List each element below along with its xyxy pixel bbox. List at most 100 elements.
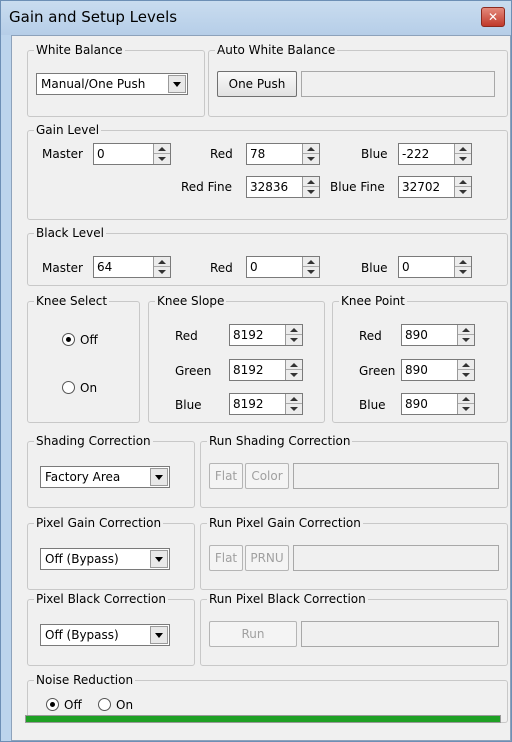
shading-correction-value: Factory Area — [45, 470, 121, 484]
black-master-value: 64 — [97, 260, 113, 274]
pixel-gain-correction-value: Off (Bypass) — [45, 552, 119, 566]
arrow-up-icon — [307, 147, 315, 151]
slope-blue-spinner[interactable]: 8192 — [229, 393, 303, 415]
shading-correction-select[interactable]: Factory Area — [40, 466, 170, 488]
knee-on-label[interactable]: On — [80, 381, 97, 395]
black-red-spinner[interactable]: 0 — [246, 256, 320, 278]
white-balance-select[interactable]: Manual/One Push — [36, 73, 188, 95]
run-pixel-black-correction-group: Run Pixel Black Correction Run — [200, 592, 508, 666]
point-green-spinner[interactable]: 890 — [401, 359, 475, 381]
shading-color-button[interactable]: Color — [245, 463, 289, 489]
pixel-black-correction-select[interactable]: Off (Bypass) — [40, 624, 170, 646]
point-red-spinner[interactable]: 890 — [401, 324, 475, 346]
white-balance-legend: White Balance — [34, 43, 125, 57]
run-pixel-gain-correction-legend: Run Pixel Gain Correction — [207, 516, 363, 530]
knee-slope-legend: Knee Slope — [155, 294, 227, 308]
arrow-down-icon — [290, 407, 298, 411]
gain-master-spinner[interactable]: 0 — [93, 143, 171, 165]
dropdown-button[interactable] — [150, 550, 168, 568]
pixel-black-status-field — [301, 621, 499, 647]
slope-green-spinner[interactable]: 8192 — [229, 359, 303, 381]
noise-off-label[interactable]: Off — [64, 698, 82, 712]
dropdown-button[interactable] — [150, 626, 168, 644]
arrow-up-icon — [290, 397, 298, 401]
pixel-gain-correction-select[interactable]: Off (Bypass) — [40, 548, 170, 570]
spinner-arrows[interactable] — [457, 394, 474, 414]
gain-red-fine-spinner[interactable]: 32836 — [246, 176, 320, 198]
noise-off-radio[interactable] — [46, 698, 59, 711]
close-button[interactable]: ✕ — [481, 7, 505, 27]
gain-blue-label: Blue — [361, 147, 388, 161]
point-blue-spinner[interactable]: 890 — [401, 393, 475, 415]
point-red-value: 890 — [405, 328, 428, 342]
spinner-arrows[interactable] — [302, 144, 319, 164]
black-red-label: Red — [210, 261, 233, 275]
black-master-spinner[interactable]: 64 — [93, 256, 171, 278]
arrow-down-icon — [459, 157, 467, 161]
arrow-up-icon — [462, 328, 470, 332]
knee-off-radio[interactable] — [62, 333, 75, 346]
slope-red-spinner[interactable]: 8192 — [229, 324, 303, 346]
noise-reduction-legend: Noise Reduction — [34, 673, 136, 687]
arrow-down-icon — [290, 373, 298, 377]
arrow-up-icon — [290, 363, 298, 367]
gain-blue-fine-spinner[interactable]: 32702 — [398, 176, 472, 198]
pixel-black-run-button[interactable]: Run — [209, 621, 297, 647]
gain-level-legend: Gain Level — [34, 123, 102, 137]
knee-off-label[interactable]: Off — [80, 333, 98, 347]
arrow-down-icon — [290, 338, 298, 342]
pixel-gain-flat-button[interactable]: Flat — [209, 545, 243, 571]
dialog-client: White Balance Manual/One Push Auto White… — [11, 35, 511, 741]
gain-red-spinner[interactable]: 78 — [246, 143, 320, 165]
noise-on-radio[interactable] — [98, 698, 111, 711]
white-balance-group: White Balance Manual/One Push — [27, 43, 205, 117]
black-blue-spinner[interactable]: 0 — [398, 256, 472, 278]
spinner-arrows[interactable] — [153, 257, 170, 277]
arrow-up-icon — [459, 147, 467, 151]
title-bar[interactable]: Gain and Setup Levels ✕ — [1, 1, 511, 35]
spinner-arrows[interactable] — [457, 325, 474, 345]
knee-slope-group: Knee Slope Red 8192 Green 8192 Blue 8192 — [148, 294, 325, 423]
shading-correction-legend: Shading Correction — [34, 434, 153, 448]
spinner-arrows[interactable] — [302, 257, 319, 277]
spinner-arrows[interactable] — [454, 257, 471, 277]
pixel-black-correction-legend: Pixel Black Correction — [34, 592, 168, 606]
spinner-arrows[interactable] — [457, 360, 474, 380]
point-green-label: Green — [359, 364, 396, 378]
spinner-arrows[interactable] — [285, 394, 302, 414]
close-icon: ✕ — [487, 10, 499, 24]
spinner-arrows[interactable] — [302, 177, 319, 197]
noise-on-label[interactable]: On — [116, 698, 133, 712]
progress-bar — [25, 715, 501, 723]
black-level-group: Black Level Master 64 Red 0 Blue 0 — [27, 226, 508, 286]
spinner-arrows[interactable] — [454, 144, 471, 164]
gain-red-fine-label: Red Fine — [181, 180, 232, 194]
slope-red-value: 8192 — [233, 328, 264, 342]
gain-blue-spinner[interactable]: -222 — [398, 143, 472, 165]
pixel-gain-status-field — [293, 545, 499, 571]
gain-red-label: Red — [210, 147, 233, 161]
arrow-up-icon — [462, 397, 470, 401]
arrow-down-icon — [459, 270, 467, 274]
auto-white-balance-group: Auto White Balance One Push — [208, 43, 508, 117]
point-blue-value: 890 — [405, 397, 428, 411]
run-pixel-black-correction-legend: Run Pixel Black Correction — [207, 592, 368, 606]
spinner-arrows[interactable] — [153, 144, 170, 164]
chevron-down-icon — [173, 82, 181, 87]
dropdown-button[interactable] — [168, 75, 186, 93]
prnu-button[interactable]: PRNU — [245, 545, 289, 571]
black-red-value: 0 — [250, 260, 258, 274]
spinner-arrows[interactable] — [454, 177, 471, 197]
shading-flat-button[interactable]: Flat — [209, 463, 243, 489]
shading-correction-group: Shading Correction Factory Area — [27, 434, 195, 508]
dropdown-button[interactable] — [150, 468, 168, 486]
gain-master-value: 0 — [97, 147, 105, 161]
one-push-button[interactable]: One Push — [217, 71, 297, 97]
spinner-arrows[interactable] — [285, 360, 302, 380]
arrow-down-icon — [158, 270, 166, 274]
auto-white-balance-status — [301, 71, 495, 97]
spinner-arrows[interactable] — [285, 325, 302, 345]
knee-on-radio[interactable] — [62, 381, 75, 394]
arrow-up-icon — [462, 363, 470, 367]
arrow-down-icon — [462, 373, 470, 377]
